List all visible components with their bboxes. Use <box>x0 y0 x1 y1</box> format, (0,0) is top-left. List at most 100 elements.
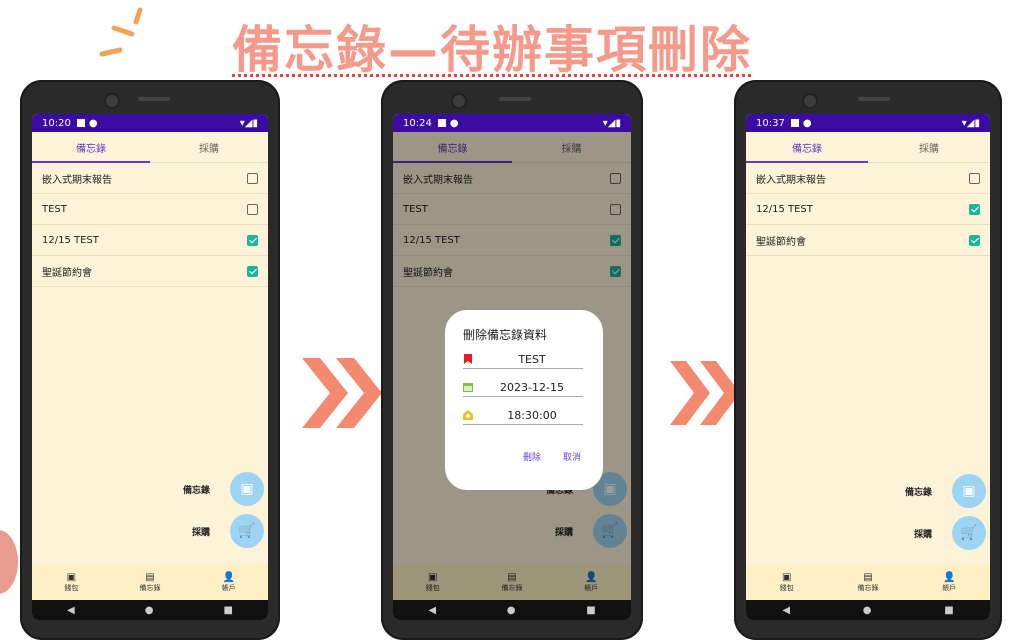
memo-text: 嵌入式期末報告 <box>42 174 112 186</box>
memo-name-value: TEST <box>518 352 546 366</box>
memo-text: 聖誕節約會 <box>756 236 806 248</box>
tab-memo[interactable]: 備忘錄 <box>746 132 868 163</box>
tab-memo[interactable]: 備忘錄 <box>32 132 150 163</box>
memo-checkbox[interactable] <box>247 265 258 277</box>
fab-purchase-row: 採購 🛒 <box>192 514 264 548</box>
memo-checkbox[interactable] <box>247 234 258 246</box>
bottom-navigation: ▣ 錢包 ▤ 備忘錄 👤 帳戶 <box>32 564 268 600</box>
memo-icon: ▤ <box>145 571 155 583</box>
fab-purchase-label: 採購 <box>191 527 210 538</box>
memo-list: 嵌入式期末報告 12/15 TEST 聖誕節約會 <box>746 163 990 256</box>
memo-checkbox[interactable] <box>247 172 258 184</box>
recents-icon[interactable]: ■ <box>586 605 595 616</box>
account-settings-icon: 👤 <box>943 571 956 583</box>
add-purchase-button[interactable]: 🛒 <box>952 516 986 550</box>
status-bar: 10:20 ● ▾◢▮ <box>32 114 268 132</box>
memo-time-field[interactable]: 18:30:00 <box>463 406 583 425</box>
home-icon[interactable]: ● <box>507 605 516 616</box>
memo-date-field[interactable]: 2023-12-15 <box>463 378 583 397</box>
page-title: 備忘錄—待辦事項刪除 <box>232 21 752 79</box>
signal-battery-icon: ▾◢▮ <box>961 117 980 129</box>
nav-label: 錢包 <box>64 583 79 592</box>
list-item[interactable]: 嵌入式期末報告 <box>746 163 990 194</box>
memo-text: 聖誕節約會 <box>42 267 92 279</box>
add-note-icon: ▣ <box>240 481 254 497</box>
nav-memo[interactable]: ▤ 備忘錄 <box>111 564 190 600</box>
camera-icon <box>802 93 818 109</box>
notification-icon: ● <box>449 117 459 129</box>
notification-icon: ● <box>88 117 98 129</box>
tab-bar: 備忘錄 採購 <box>32 132 268 163</box>
system-navigation-bar: ◀ ● ■ <box>746 600 990 620</box>
wallet-icon: ▣ <box>781 571 792 583</box>
fab-memo-label: 備忘錄 <box>904 487 932 498</box>
list-item[interactable]: 聖誕節約會 <box>32 256 268 287</box>
nav-label: 帳戶 <box>942 583 957 592</box>
fab-purchase-label: 採購 <box>913 529 932 540</box>
status-bar: 10:37 ● ▾◢▮ <box>746 114 990 132</box>
dialog-title: 刪除備忘錄資料 <box>463 328 548 342</box>
phone-screen-1: 10:20 ● ▾◢▮ 備忘錄 採購 嵌入式期末報告 TEST 12/15 TE… <box>20 80 280 640</box>
add-memo-button[interactable]: ▣ <box>230 472 264 506</box>
nav-account[interactable]: 👤 帳戶 <box>909 564 990 600</box>
double-chevron-right-icon <box>670 361 740 425</box>
list-item[interactable]: 12/15 TEST <box>746 194 990 225</box>
add-note-icon: ▣ <box>962 483 976 499</box>
nav-wallet[interactable]: ▣ 錢包 <box>746 564 827 600</box>
memo-text: 12/15 TEST <box>756 203 813 215</box>
memo-checkbox[interactable] <box>969 234 980 246</box>
account-settings-icon: 👤 <box>222 571 235 583</box>
memo-time-value: 18:30:00 <box>507 408 557 422</box>
signal-battery-icon: ▾◢▮ <box>239 117 258 129</box>
memo-list: 嵌入式期末報告 TEST 12/15 TEST 聖誕節約會 <box>32 163 268 287</box>
bottom-navigation: ▣ 錢包 ▤ 備忘錄 👤 帳戶 <box>746 564 990 600</box>
memo-icon: ▤ <box>863 571 873 583</box>
memo-name-field[interactable]: TEST <box>463 350 583 369</box>
cart-icon: 🛒 <box>960 525 978 541</box>
back-icon[interactable]: ◀ <box>67 605 75 616</box>
decorative-circle <box>0 530 18 594</box>
notification-icon <box>76 119 85 127</box>
camera-icon <box>451 93 467 109</box>
bookmark-icon <box>464 354 472 364</box>
list-item[interactable]: 12/15 TEST <box>32 225 268 256</box>
back-icon[interactable]: ◀ <box>428 605 436 616</box>
memo-text: TEST <box>42 203 67 215</box>
tab-bar: 備忘錄 採購 <box>746 132 990 163</box>
list-item[interactable]: 聖誕節約會 <box>746 225 990 256</box>
status-bar: 10:24 ● ▾◢▮ <box>393 114 631 132</box>
nav-label: 備忘錄 <box>857 583 879 592</box>
cancel-button[interactable]: 取消 <box>563 450 581 463</box>
nav-label: 備忘錄 <box>139 583 161 592</box>
fab-memo-label: 備忘錄 <box>182 485 210 496</box>
nav-memo[interactable]: ▤ 備忘錄 <box>827 564 908 600</box>
recents-icon[interactable]: ■ <box>224 605 233 616</box>
home-icon[interactable]: ● <box>145 605 154 616</box>
camera-icon <box>104 93 120 109</box>
calendar-icon <box>463 383 473 392</box>
nav-account[interactable]: 👤 帳戶 <box>189 564 268 600</box>
status-time: 10:37 <box>756 117 785 129</box>
signal-battery-icon: ▾◢▮ <box>602 117 621 129</box>
nav-wallet[interactable]: ▣ 錢包 <box>32 564 111 600</box>
memo-checkbox[interactable] <box>969 203 980 215</box>
add-memo-button[interactable]: ▣ <box>952 474 986 508</box>
memo-date-value: 2023-12-15 <box>500 380 564 394</box>
tab-purchase[interactable]: 採購 <box>868 132 990 162</box>
notification-icon <box>790 119 799 127</box>
nav-label: 錢包 <box>779 583 794 592</box>
list-item[interactable]: TEST <box>32 194 268 225</box>
alarm-icon <box>463 410 473 420</box>
memo-checkbox[interactable] <box>969 172 980 184</box>
recents-icon[interactable]: ■ <box>944 605 953 616</box>
tab-purchase[interactable]: 採購 <box>150 132 268 162</box>
speaker-grille <box>138 97 170 101</box>
list-item[interactable]: 嵌入式期末報告 <box>32 163 268 194</box>
memo-checkbox[interactable] <box>247 203 258 215</box>
add-purchase-button[interactable]: 🛒 <box>230 514 264 548</box>
home-icon[interactable]: ● <box>863 605 872 616</box>
phone-screen-2: 10:24 ● ▾◢▮ 備忘錄 採購 嵌入式期末報告 TEST 12/15 TE… <box>381 80 643 640</box>
delete-button[interactable]: 刪除 <box>523 450 541 463</box>
back-icon[interactable]: ◀ <box>782 605 790 616</box>
fab-purchase-row: 採購 🛒 <box>914 516 986 550</box>
